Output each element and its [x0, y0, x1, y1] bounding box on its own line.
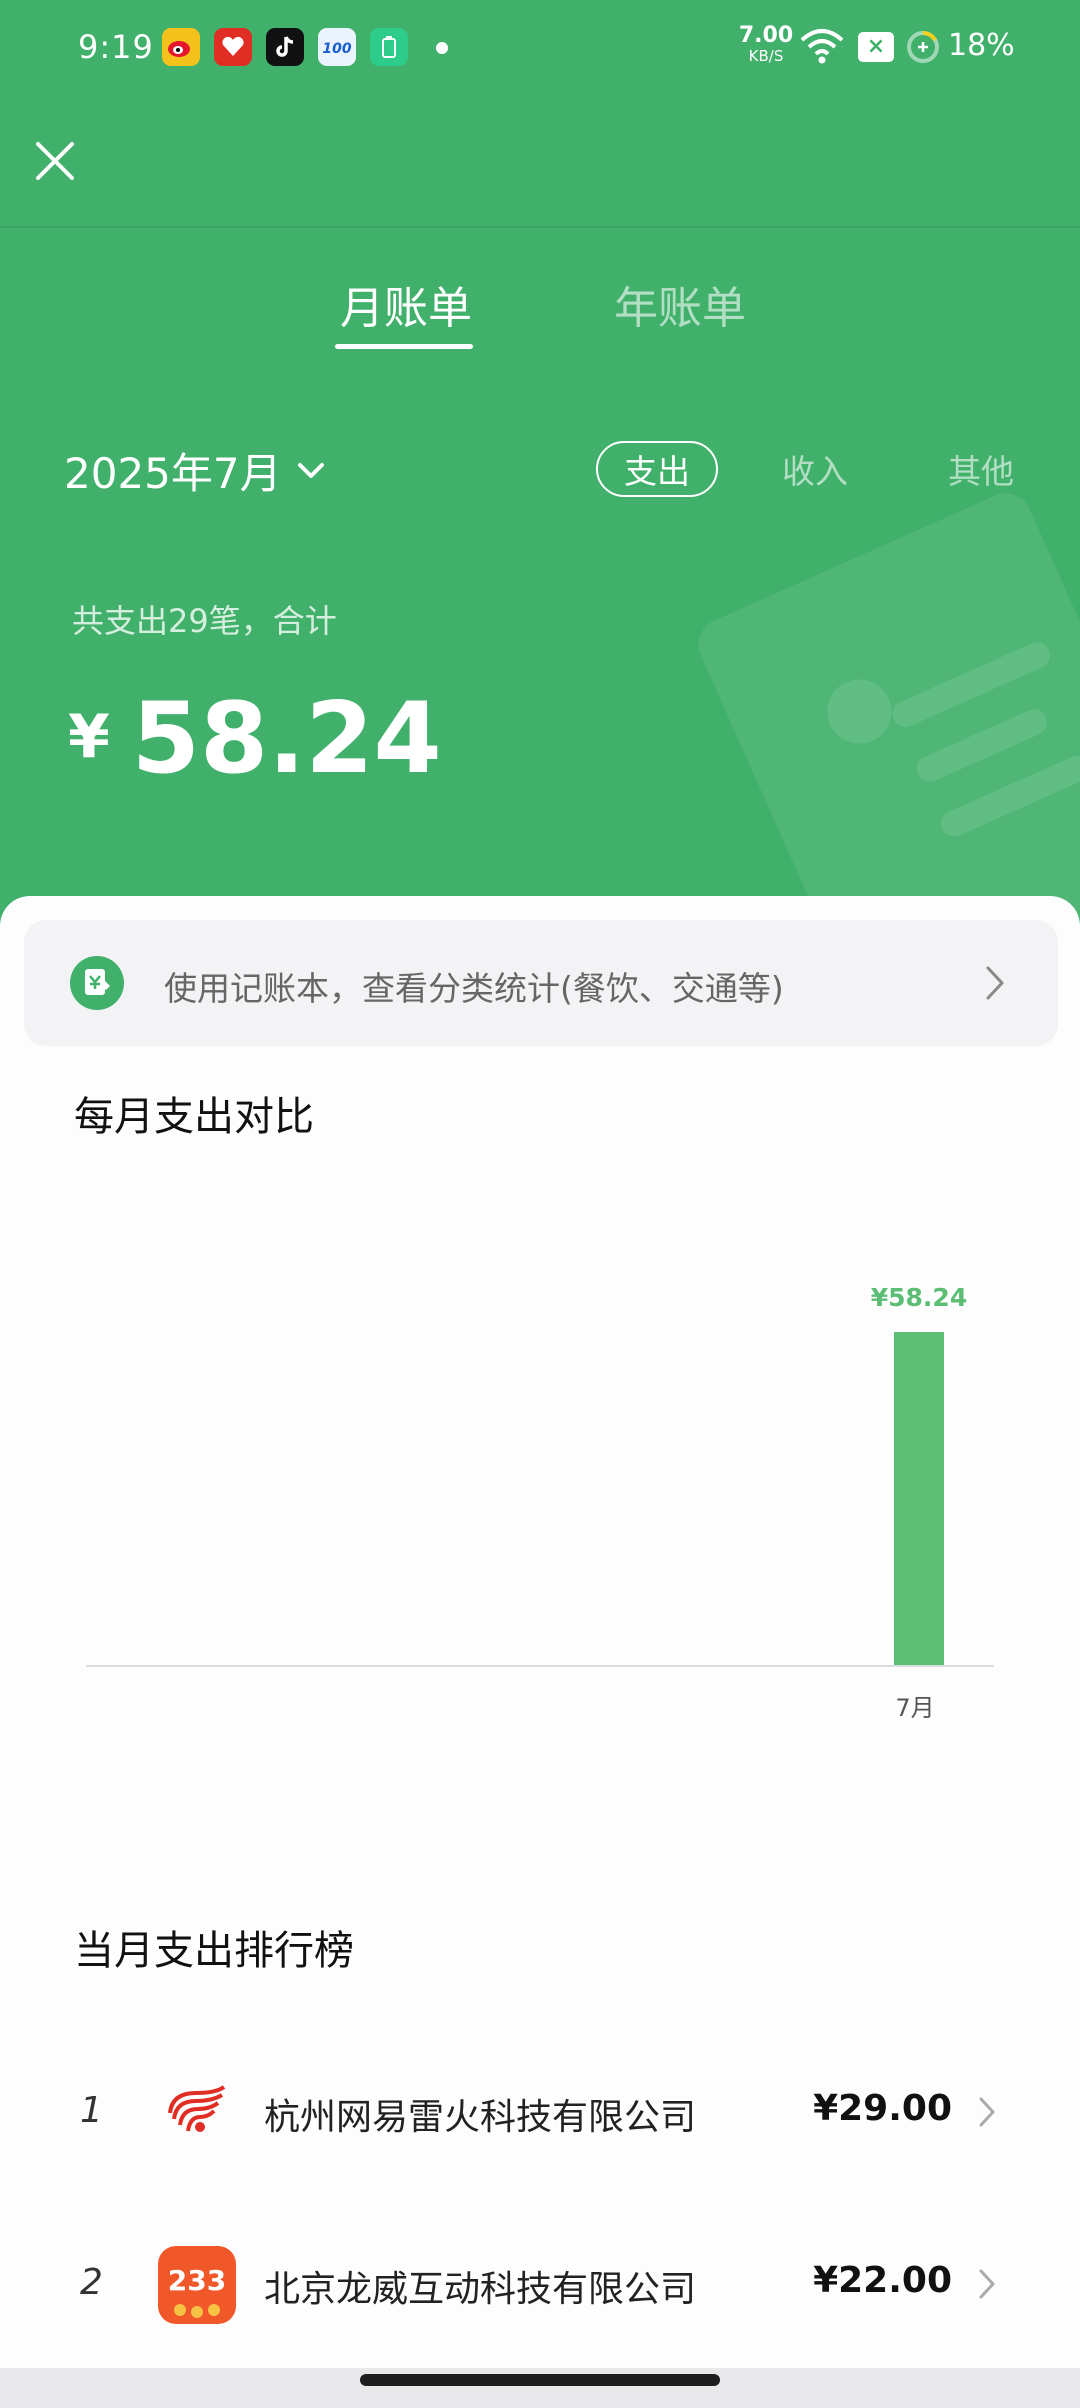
active-tab-underline — [335, 344, 473, 349]
svg-text:100: 100 — [322, 41, 351, 57]
header-divider — [0, 226, 1080, 228]
merchant-name: 北京龙威互动科技有限公司 — [264, 2269, 697, 2310]
chart-data-label: ¥58.24 — [871, 1283, 967, 1312]
filter-other-button[interactable]: 其他 — [944, 441, 1018, 497]
chevron-down-icon — [297, 462, 324, 478]
tab-yearly-bill[interactable]: 年账单 — [614, 272, 746, 336]
month-selector[interactable]: 2025年7月 — [64, 440, 326, 501]
status-time: 9:19 — [78, 28, 154, 66]
close-icon[interactable] — [30, 136, 80, 186]
total-amount: ¥ 58.24 — [68, 682, 442, 796]
ledger-icon — [70, 956, 124, 1010]
ranking-row[interactable]: 2 233 北京龙威互动科技有限公司 ¥22.00 — [0, 2232, 1080, 2342]
chevron-right-icon — [979, 2269, 995, 2299]
status-bar: 9:19 100 7.00 KB/S × 18% — [0, 0, 1080, 96]
chart-bar[interactable] — [894, 1332, 944, 1666]
battery-app-icon — [370, 28, 408, 66]
decorative-line — [912, 705, 1052, 786]
notification-dot — [436, 42, 448, 54]
logo-text: 233 — [168, 2264, 226, 2297]
rank-number: 1 — [80, 2090, 103, 2131]
decorative-dot — [817, 669, 902, 754]
chart-x-tick-label: 7月 — [895, 1694, 934, 1722]
sim-blocked-icon: × — [858, 32, 894, 62]
tab-monthly-bill[interactable]: 月账单 — [340, 272, 472, 336]
rank-number: 2 — [80, 2262, 103, 2303]
pinduoduo-icon — [214, 28, 252, 66]
netease-logo-icon — [158, 2074, 236, 2152]
battery-percent: 18% — [948, 28, 1015, 63]
merchant-name: 杭州网易雷火科技有限公司 — [264, 2097, 697, 2138]
monthly-expense-chart: ¥58.24 7月 — [86, 1283, 994, 1722]
currency-symbol: ¥ — [68, 702, 110, 772]
total-amount-value: 58.24 — [131, 682, 442, 796]
filter-income-button[interactable]: 收入 — [778, 441, 852, 497]
chevron-right-icon — [986, 966, 1004, 1000]
monthly-comparison-title: 每月支出对比 — [74, 1094, 314, 1140]
bill-header: 9:19 100 7.00 KB/S × 18% 月账单 年账单 2025年7月… — [0, 0, 1080, 930]
chevron-right-icon — [979, 2097, 995, 2127]
banner-text: 使用记账本，查看分类统计(餐饮、交通等) — [164, 969, 784, 1008]
merchant-amount: ¥29.00 — [813, 2088, 952, 2129]
merchant-amount: ¥22.00 — [813, 2260, 952, 2301]
battery-icon — [907, 31, 939, 63]
douyin-icon — [266, 28, 304, 66]
network-speed: 7.00 KB/S — [738, 23, 794, 66]
expense-summary-text: 共支出29笔，合计 — [72, 602, 337, 640]
month-selector-label: 2025年7月 — [64, 449, 282, 498]
ranking-row[interactable]: 1 杭州网易雷火科技有限公司 ¥29.00 — [0, 2060, 1080, 2170]
233-logo-icon: 233 — [158, 2246, 236, 2324]
weibo-icon — [162, 28, 200, 66]
ledger-promo-banner[interactable]: 使用记账本，查看分类统计(餐饮、交通等) — [24, 920, 1058, 1046]
ranking-title: 当月支出排行榜 — [74, 1928, 354, 1974]
home-indicator[interactable] — [360, 2374, 720, 2386]
wifi-icon — [800, 29, 844, 64]
bank100-icon: 100 — [318, 28, 356, 66]
filter-expense-button[interactable]: 支出 — [596, 441, 718, 497]
decorative-card — [690, 484, 1080, 930]
